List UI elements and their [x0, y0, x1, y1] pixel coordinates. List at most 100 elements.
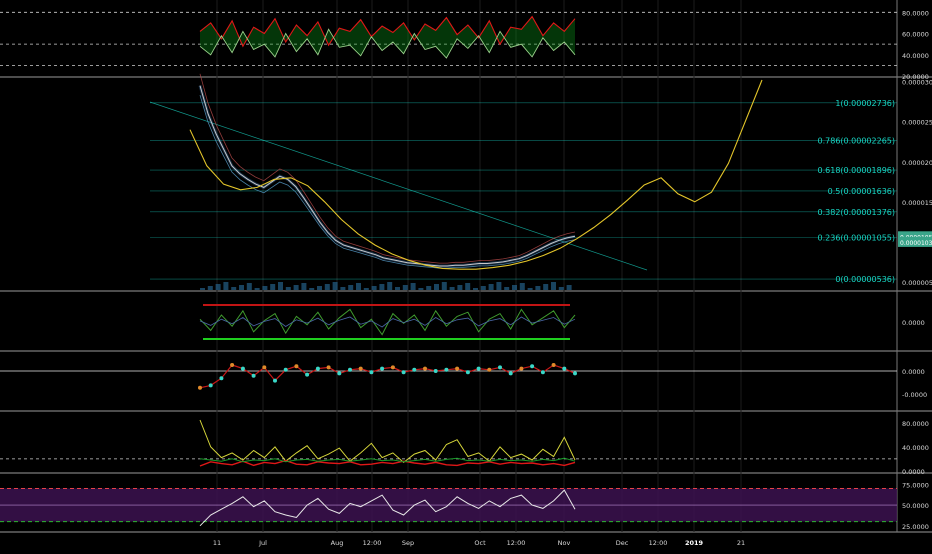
fib-level-label: 0.618(0.00001896)	[818, 166, 896, 175]
volume-bar	[379, 284, 385, 290]
macd-point	[476, 366, 481, 371]
volume-bar	[410, 283, 416, 290]
macd-point	[423, 366, 427, 371]
macd-point	[390, 365, 395, 370]
fib-level-label: 0.236(0.00001055)	[818, 234, 896, 243]
volume-bar	[543, 284, 549, 290]
macd-point	[305, 372, 310, 377]
fib-level-label: 0.5(0.00001636)	[828, 187, 895, 196]
x-tick-label: Jul	[258, 539, 267, 547]
x-tick-label: Dec	[616, 539, 629, 547]
macd-point	[294, 364, 299, 369]
volume-bar	[465, 283, 471, 290]
price-y-tick-label: 0.00003000	[902, 79, 932, 87]
macd-point	[380, 366, 385, 371]
x-tick-label: 12:00	[507, 539, 526, 547]
volume-bar	[332, 282, 338, 290]
macd-point	[551, 363, 556, 367]
x-tick-label: Aug	[331, 539, 344, 547]
macd-point	[562, 366, 567, 371]
x-tick-label: Nov	[558, 539, 571, 547]
volume-bar	[317, 286, 322, 290]
macd-point	[498, 365, 502, 370]
x-tick-label: 12:00	[363, 539, 382, 547]
volume-bar	[363, 288, 369, 290]
volume-bar	[207, 286, 213, 290]
macd-point	[465, 370, 470, 375]
volume-bar	[301, 283, 307, 290]
volume-bar	[488, 284, 494, 290]
volume-bar	[278, 282, 283, 290]
volume-bar	[348, 285, 354, 290]
x-tick-label: 11	[213, 539, 221, 547]
dmi-y-tick-label: 0.0000	[902, 468, 925, 476]
macd-point	[273, 378, 277, 383]
volume-bar	[496, 282, 502, 290]
volume-bar	[395, 287, 400, 290]
macd-point	[348, 367, 352, 372]
volume-bar	[254, 288, 260, 290]
macd-point	[519, 366, 524, 371]
macd-point	[433, 369, 438, 373]
macd-point	[251, 373, 256, 378]
volume-bar	[457, 285, 463, 290]
macd-point	[219, 376, 224, 381]
macd-point	[487, 367, 492, 372]
macd-point	[444, 367, 449, 372]
x-tick-label: 21	[737, 539, 745, 547]
fib-level-label: 0.786(0.00002265)	[818, 137, 896, 146]
macd-y-tick-label: 0.0000	[902, 368, 925, 376]
macd-point	[530, 364, 535, 369]
price-y-tick-label: 0.00001500	[902, 199, 932, 207]
chart-root: 80.0000 60.0000 40.0000 20.0000 1(0.00002736…	[0, 0, 932, 550]
macd-point	[573, 371, 577, 376]
volume-bar	[426, 286, 432, 290]
fib-level-label: 1(0.00002736)	[835, 99, 895, 108]
volume-bar	[309, 288, 315, 290]
volume-bar	[441, 282, 447, 290]
volume-bar	[418, 288, 424, 290]
top-y-tick-label: 60.0000	[902, 31, 929, 39]
volume-bar	[356, 283, 361, 290]
volume-bar	[270, 284, 276, 290]
volume-bar	[504, 287, 510, 290]
multi-pane-chart: 80.000060.000040.000020.00001(0.00002736…	[0, 0, 932, 550]
x-tick-label: Oct	[474, 539, 486, 547]
price-y-tick-label: 0.00002000	[902, 159, 932, 167]
price-y-tick-label: 0.00002500	[902, 119, 932, 127]
top-y-tick-label: 40.0000	[902, 52, 929, 60]
volume-bar	[285, 287, 291, 290]
volume-bar	[200, 288, 205, 290]
volume-bar	[512, 285, 517, 290]
rsi-y-tick-label: 25.0000	[902, 523, 929, 531]
macd-point	[508, 371, 513, 376]
dmi-y-tick-label: 80.0000	[902, 420, 929, 428]
dmi-y-tick-label: 40.0000	[902, 444, 929, 452]
volume-bar	[551, 282, 556, 290]
volume-bar	[231, 287, 237, 290]
macd-point	[283, 367, 288, 372]
fib-level-label: 0.382(0.00001376)	[818, 208, 896, 217]
volume-bar	[480, 286, 486, 290]
macd-point	[337, 371, 342, 376]
volume-bar	[239, 285, 244, 290]
top-y-tick-label: 80.0000	[902, 9, 929, 17]
x-tick-label: 2019	[685, 539, 704, 547]
macd-point	[230, 363, 235, 367]
macd-point	[401, 370, 406, 375]
volume-bar	[293, 285, 299, 290]
volume-bar	[340, 287, 346, 290]
macd-point	[198, 385, 202, 390]
volume-bar	[215, 284, 221, 290]
volume-bar	[566, 285, 572, 290]
volume-bar	[558, 287, 564, 290]
osc-y-tick-label: 0.0000	[902, 319, 925, 327]
macd-point	[262, 365, 267, 370]
volume-bar	[246, 283, 252, 290]
rsi-y-tick-label: 75.0000	[902, 481, 929, 489]
rsi-y-tick-label: 50.0000	[902, 502, 929, 510]
macd-point	[326, 365, 331, 370]
volume-bar	[402, 285, 408, 290]
volume-bar	[324, 284, 330, 290]
x-tick-label: 12:00	[649, 539, 668, 547]
